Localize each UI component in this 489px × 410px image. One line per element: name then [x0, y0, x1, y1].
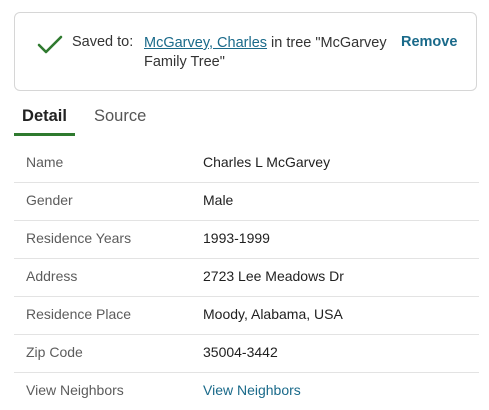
- row-value: 2723 Lee Meadows Dr: [203, 268, 344, 284]
- row-label: Residence Place: [26, 306, 132, 322]
- row-value: 1993-1999: [203, 230, 270, 246]
- table-row: Gender Male: [14, 183, 479, 221]
- row-label: Residence Years: [26, 230, 132, 246]
- tab-detail[interactable]: Detail: [14, 105, 75, 136]
- row-value: Male: [203, 192, 234, 208]
- view-neighbors-link[interactable]: View Neighbors: [203, 382, 301, 398]
- row-label: Name: [26, 154, 64, 170]
- row-value: Charles L McGarvey: [203, 154, 331, 170]
- table-row: Address 2723 Lee Meadows Dr: [14, 259, 479, 297]
- row-value: Moody, Alabama, USA: [203, 306, 343, 322]
- row-label: Gender: [26, 192, 73, 208]
- checkmark-icon: [37, 35, 63, 54]
- tab-source[interactable]: Source: [94, 105, 146, 126]
- saved-to-label: Saved to:: [72, 34, 134, 50]
- row-label: View Neighbors: [26, 382, 124, 398]
- detail-table: Name Charles L McGarvey Gender Male Resi…: [14, 145, 479, 410]
- table-row: Name Charles L McGarvey: [14, 145, 479, 183]
- table-row: View Neighbors View Neighbors: [14, 373, 479, 410]
- row-value: 35004-3442: [203, 344, 278, 360]
- table-row: Residence Place Moody, Alabama, USA: [14, 297, 479, 335]
- table-row: Residence Years 1993-1999: [14, 221, 479, 259]
- person-link[interactable]: McGarvey, Charles: [144, 35, 267, 51]
- saved-tree-text: McGarvey, Charles in tree "McGarvey Fami…: [144, 34, 394, 72]
- table-row: Zip Code 35004-3442: [14, 335, 479, 373]
- remove-button[interactable]: Remove: [401, 34, 457, 50]
- row-label: Zip Code: [26, 344, 83, 360]
- saved-notification: Saved to: McGarvey, Charles in tree "McG…: [14, 12, 477, 91]
- row-label: Address: [26, 268, 78, 284]
